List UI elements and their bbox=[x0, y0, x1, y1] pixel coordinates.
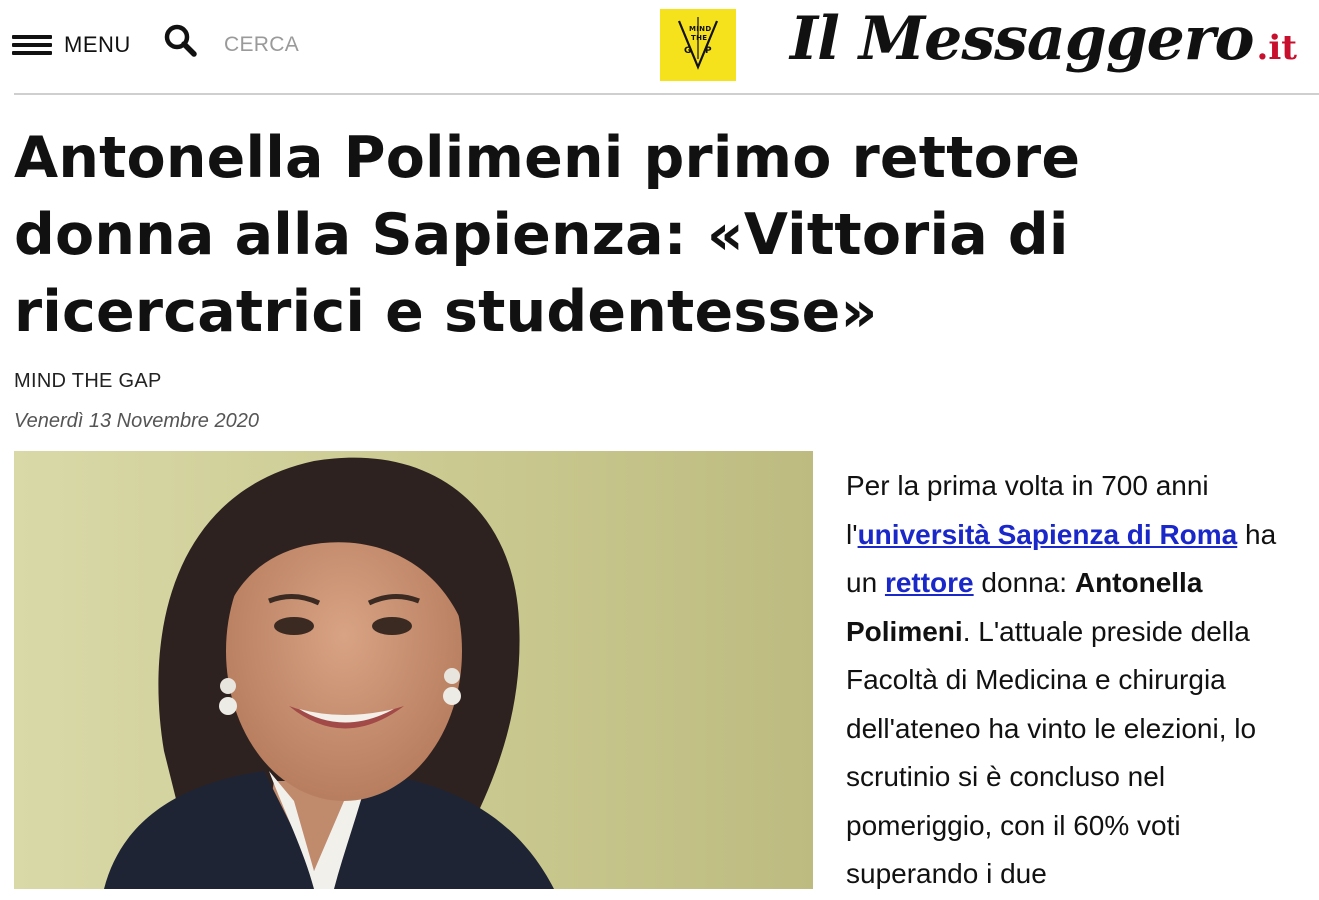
masthead-name: Il Messaggero bbox=[790, 4, 1254, 74]
page: MENU CERCA MIND THE G P Il Messaggero .i… bbox=[0, 0, 1319, 900]
mind-the-gap-logo-mark bbox=[677, 17, 719, 70]
search-icon[interactable] bbox=[160, 22, 200, 62]
article-body: Per la prima volta in 700 anni l'univers… bbox=[846, 462, 1306, 899]
masthead-tld: .it bbox=[1256, 28, 1297, 68]
mind-the-gap-logo[interactable]: MIND THE G P bbox=[660, 9, 736, 81]
headline-line: ricercatrici e studentesse» bbox=[14, 279, 878, 345]
article-headline: Antonella Polimeni primo rettore donna a… bbox=[14, 120, 1274, 351]
logo-word-g: G bbox=[684, 46, 692, 56]
article-photo bbox=[14, 451, 813, 889]
body-text: donna: bbox=[973, 567, 1075, 598]
search-input[interactable]: CERCA bbox=[224, 33, 299, 57]
menu-icon bbox=[12, 32, 52, 58]
link-universita-sapienza[interactable]: università Sapienza di Roma bbox=[858, 519, 1238, 550]
masthead-logo[interactable]: Il Messaggero .it bbox=[790, 4, 1297, 84]
logo-word-mind: MIND bbox=[689, 25, 712, 33]
menu-label: MENU bbox=[64, 32, 131, 57]
headline-line: donna alla Sapienza: «Vittoria di bbox=[14, 202, 1069, 268]
link-rettore[interactable]: rettore bbox=[885, 567, 974, 598]
headline-line: Antonella Polimeni primo rettore bbox=[14, 125, 1081, 191]
logo-word-p: P bbox=[705, 46, 712, 56]
portrait-illustration bbox=[14, 451, 813, 889]
menu-button[interactable]: MENU bbox=[12, 28, 131, 62]
logo-word-the: THE bbox=[691, 34, 708, 42]
body-text: . L'attuale preside della Facoltà di Med… bbox=[846, 615, 1257, 890]
header-divider bbox=[14, 93, 1319, 95]
article-date: Venerdì 13 Novembre 2020 bbox=[14, 410, 259, 432]
site-header: MENU CERCA MIND THE G P Il Messaggero .i… bbox=[0, 0, 1319, 92]
section-label[interactable]: MIND THE GAP bbox=[14, 370, 162, 393]
